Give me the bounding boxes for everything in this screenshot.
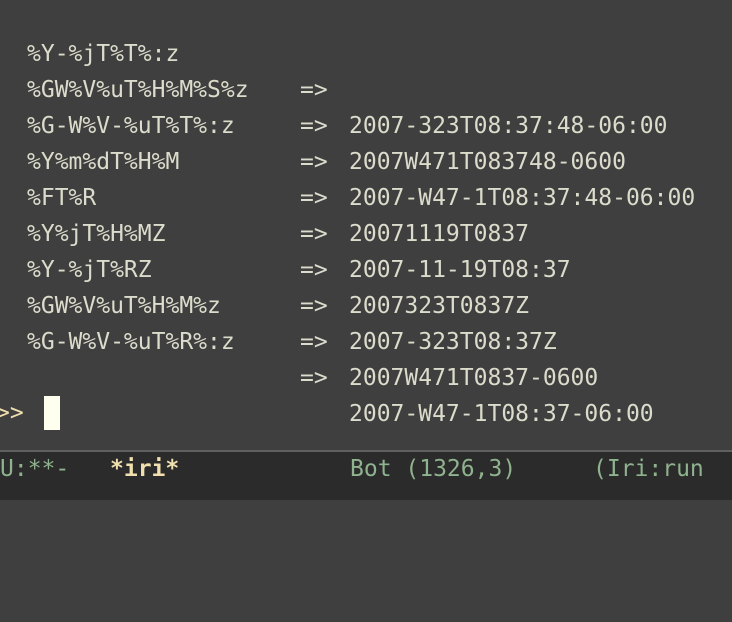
- formatted-result: 2007-323T08:37Z: [349, 329, 557, 355]
- arrow: =>: [300, 257, 328, 283]
- arrow: =>: [300, 77, 328, 103]
- arrow: =>: [300, 113, 328, 139]
- arrow: =>: [300, 149, 328, 175]
- output-line: %Y%jT%H%MZ => 2007323T0837Z: [0, 180, 529, 319]
- major-mode[interactable]: (Iri:run: [593, 452, 704, 486]
- format-string: %G-W%V-%uT%T%:z: [27, 113, 235, 139]
- formatted-result: 2007W471T083748-0600: [349, 149, 626, 175]
- format-string: %GW%V%uT%H%M%z: [27, 293, 221, 319]
- formatted-result: 2007-11-19T08:37: [349, 257, 571, 283]
- output-line: %G-W%V-%uT%R%:z => 2007-W47-1T08:37-06:0…: [0, 288, 654, 427]
- arrow: =>: [300, 365, 328, 391]
- formatted-result: 2007323T0837Z: [349, 293, 530, 319]
- formatted-result: 2007-W47-1T08:37:48-06:00: [349, 185, 696, 211]
- arrow: =>: [300, 293, 328, 319]
- arrow: =>: [300, 329, 328, 355]
- formatted-result: 2007W471T0837-0600: [349, 365, 599, 391]
- text-cursor[interactable]: [44, 396, 60, 430]
- repl-buffer[interactable]: %Y-%jT%T%:z => 2007-323T08:37:48-06:00 %…: [0, 0, 732, 450]
- output-line: %FT%R => 2007-11-19T08:37: [0, 144, 571, 283]
- output-line: %GW%V%uT%H%M%z => 2007W471T0837-0600: [0, 252, 598, 391]
- input-line[interactable]: >>: [0, 395, 732, 431]
- format-string: %G-W%V-%uT%R%:z: [27, 329, 235, 355]
- formatted-result: 20071119T0837: [349, 221, 530, 247]
- buffer-name[interactable]: *iri*: [110, 452, 179, 486]
- formatted-result: 2007-323T08:37:48-06:00: [349, 113, 668, 139]
- arrow: =>: [300, 221, 328, 247]
- mode-line: U:**- *iri* Bot (1326,3) (Iri:run: [0, 450, 732, 500]
- output-line: %Y-%jT%RZ => 2007-323T08:37Z: [0, 216, 557, 355]
- format-string: %GW%V%uT%H%M%S%z: [27, 77, 249, 103]
- cursor-position: Bot (1326,3): [350, 456, 517, 482]
- output-line: %Y-%jT%T%:z => 2007-323T08:37:48-06:00: [0, 0, 668, 139]
- output-line: %Y%m%dT%H%M => 20071119T0837: [0, 108, 529, 247]
- buffer-status: U:**-: [0, 456, 70, 482]
- arrow: =>: [300, 185, 328, 211]
- output-line: %GW%V%uT%H%M%S%z => 2007W471T083748-0600: [0, 36, 626, 175]
- repl-prompt: >>: [0, 400, 24, 426]
- output-line: %G-W%V-%uT%T%:z => 2007-W47-1T08:37:48-0…: [0, 72, 695, 211]
